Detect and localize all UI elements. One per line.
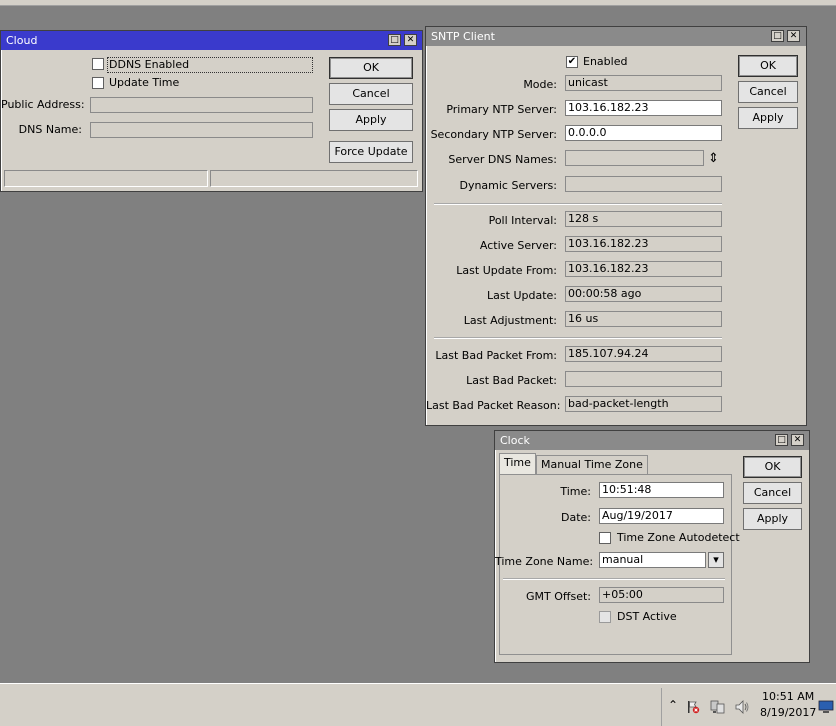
secondary-ntp-input[interactable]: 0.0.0.0 <box>565 125 722 141</box>
ok-button[interactable]: OK <box>743 456 802 478</box>
dst-active-checkbox <box>599 611 611 623</box>
dynamic-servers-label: Dynamic Servers: <box>459 179 557 192</box>
cancel-button[interactable]: Cancel <box>738 81 798 103</box>
last-bad-packet-from-label: Last Bad Packet From: <box>435 349 557 362</box>
cloud-title: Cloud <box>6 34 38 47</box>
system-tray: ⌃ 10:51 AM 8/19/2017 <box>661 688 836 726</box>
time-input[interactable]: 10:51:48 <box>599 482 724 498</box>
gmt-offset-label: GMT Offset: <box>526 590 591 603</box>
cancel-button[interactable]: Cancel <box>329 83 413 105</box>
gmt-offset-field: +05:00 <box>599 587 724 603</box>
last-bad-packet-field <box>565 371 722 387</box>
mode-field: unicast <box>565 75 722 91</box>
apply-button[interactable]: Apply <box>329 109 413 131</box>
close-icon[interactable]: ✕ <box>404 34 417 46</box>
tab-manual-time-zone[interactable]: Manual Time Zone <box>536 455 648 474</box>
clock-time[interactable]: 10:51 AM <box>762 690 814 704</box>
close-icon[interactable]: ✕ <box>791 434 804 446</box>
tz-autodetect-label: Time Zone Autodetect <box>617 531 740 544</box>
sntp-titlebar[interactable]: SNTP Client □ ✕ <box>426 27 806 46</box>
apply-button[interactable]: Apply <box>743 508 802 530</box>
poll-interval-field: 128 s <box>565 211 722 227</box>
clock-window: Clock □ ✕ Time Manual Time Zone Time: 10… <box>494 430 810 663</box>
public-address-label: Public Address: <box>1 98 85 111</box>
time-zone-name-select[interactable]: manual <box>599 552 706 568</box>
server-dns-names-field <box>565 150 704 166</box>
ddns-enabled-label: DDNS Enabled <box>107 57 313 73</box>
tab-time[interactable]: Time <box>499 453 536 474</box>
clock-title: Clock <box>500 434 530 447</box>
ok-button[interactable]: OK <box>329 57 413 79</box>
last-bad-packet-from-field: 185.107.94.24 <box>565 346 722 362</box>
maximize-icon[interactable]: □ <box>775 434 788 446</box>
active-server-field: 103.16.182.23 <box>565 236 722 252</box>
show-hidden-icons-icon[interactable]: ⌃ <box>668 698 678 712</box>
status-bar-left <box>4 170 208 187</box>
taskbar: ⌃ 10:51 AM 8/19/2017 <box>0 683 836 726</box>
network-icon[interactable] <box>710 699 726 715</box>
ok-button[interactable]: OK <box>738 55 798 77</box>
separator <box>503 578 725 580</box>
last-adjustment-field: 16 us <box>565 311 722 327</box>
server-dns-names-label: Server DNS Names: <box>448 153 557 166</box>
enabled-checkbox[interactable]: ✔ <box>566 56 578 68</box>
secondary-ntp-label: Secondary NTP Server: <box>430 128 557 141</box>
action-center-flag-icon[interactable] <box>686 700 700 714</box>
show-desktop-icon[interactable] <box>818 700 834 714</box>
date-label: Date: <box>561 511 591 524</box>
cloud-titlebar[interactable]: Cloud □ ✕ <box>1 31 422 50</box>
updown-icon[interactable]: ⇕ <box>708 152 719 166</box>
last-bad-packet-reason-label: Last Bad Packet Reason: <box>426 399 561 412</box>
primary-ntp-label: Primary NTP Server: <box>446 103 557 116</box>
last-update-field: 00:00:58 ago <box>565 286 722 302</box>
maximize-icon[interactable]: □ <box>388 34 401 46</box>
tz-autodetect-checkbox[interactable] <box>599 532 611 544</box>
force-update-button[interactable]: Force Update <box>329 141 413 163</box>
update-time-checkbox[interactable] <box>92 77 104 89</box>
sntp-title: SNTP Client <box>431 30 495 43</box>
clock-titlebar[interactable]: Clock □ ✕ <box>495 431 809 450</box>
dropdown-icon-glyph: ▾ <box>713 553 719 566</box>
primary-ntp-input[interactable]: 103.16.182.23 <box>565 100 722 116</box>
status-bar-right <box>210 170 418 187</box>
enabled-label: Enabled <box>583 55 628 68</box>
time-label: Time: <box>560 485 591 498</box>
last-adjustment-label: Last Adjustment: <box>463 314 557 327</box>
mode-label: Mode: <box>523 78 557 91</box>
last-update-label: Last Update: <box>487 289 557 302</box>
date-input[interactable]: Aug/19/2017 <box>599 508 724 524</box>
separator <box>434 203 722 205</box>
maximize-icon[interactable]: □ <box>771 30 784 42</box>
cancel-button[interactable]: Cancel <box>743 482 802 504</box>
last-bad-packet-reason-field: bad-packet-length <box>565 396 722 412</box>
dynamic-servers-field <box>565 176 722 192</box>
last-bad-packet-label: Last Bad Packet: <box>466 374 557 387</box>
apply-button[interactable]: Apply <box>738 107 798 129</box>
update-time-label: Update Time <box>109 76 180 89</box>
clock-date[interactable]: 8/19/2017 <box>760 706 816 720</box>
cloud-window: Cloud □ ✕ DDNS Enabled Update Time Publi… <box>0 30 423 192</box>
time-zone-name-label: Time Zone Name: <box>495 555 594 568</box>
public-address-field <box>90 97 313 113</box>
dropdown-icon[interactable]: ▾ <box>708 552 724 568</box>
separator <box>434 337 722 339</box>
volume-icon[interactable] <box>734 699 750 715</box>
dst-active-label: DST Active <box>617 610 677 623</box>
last-update-from-label: Last Update From: <box>456 264 557 277</box>
dns-name-label: DNS Name: <box>18 123 82 136</box>
close-icon[interactable]: ✕ <box>787 30 800 42</box>
dns-name-field <box>90 122 313 138</box>
last-update-from-field: 103.16.182.23 <box>565 261 722 277</box>
ddns-enabled-checkbox[interactable] <box>92 58 104 70</box>
desktop-top-strip <box>0 0 836 6</box>
sntp-window: SNTP Client □ ✕ ✔ Enabled Mode: unicast … <box>425 26 807 426</box>
active-server-label: Active Server: <box>479 239 557 252</box>
poll-interval-label: Poll Interval: <box>488 214 557 227</box>
